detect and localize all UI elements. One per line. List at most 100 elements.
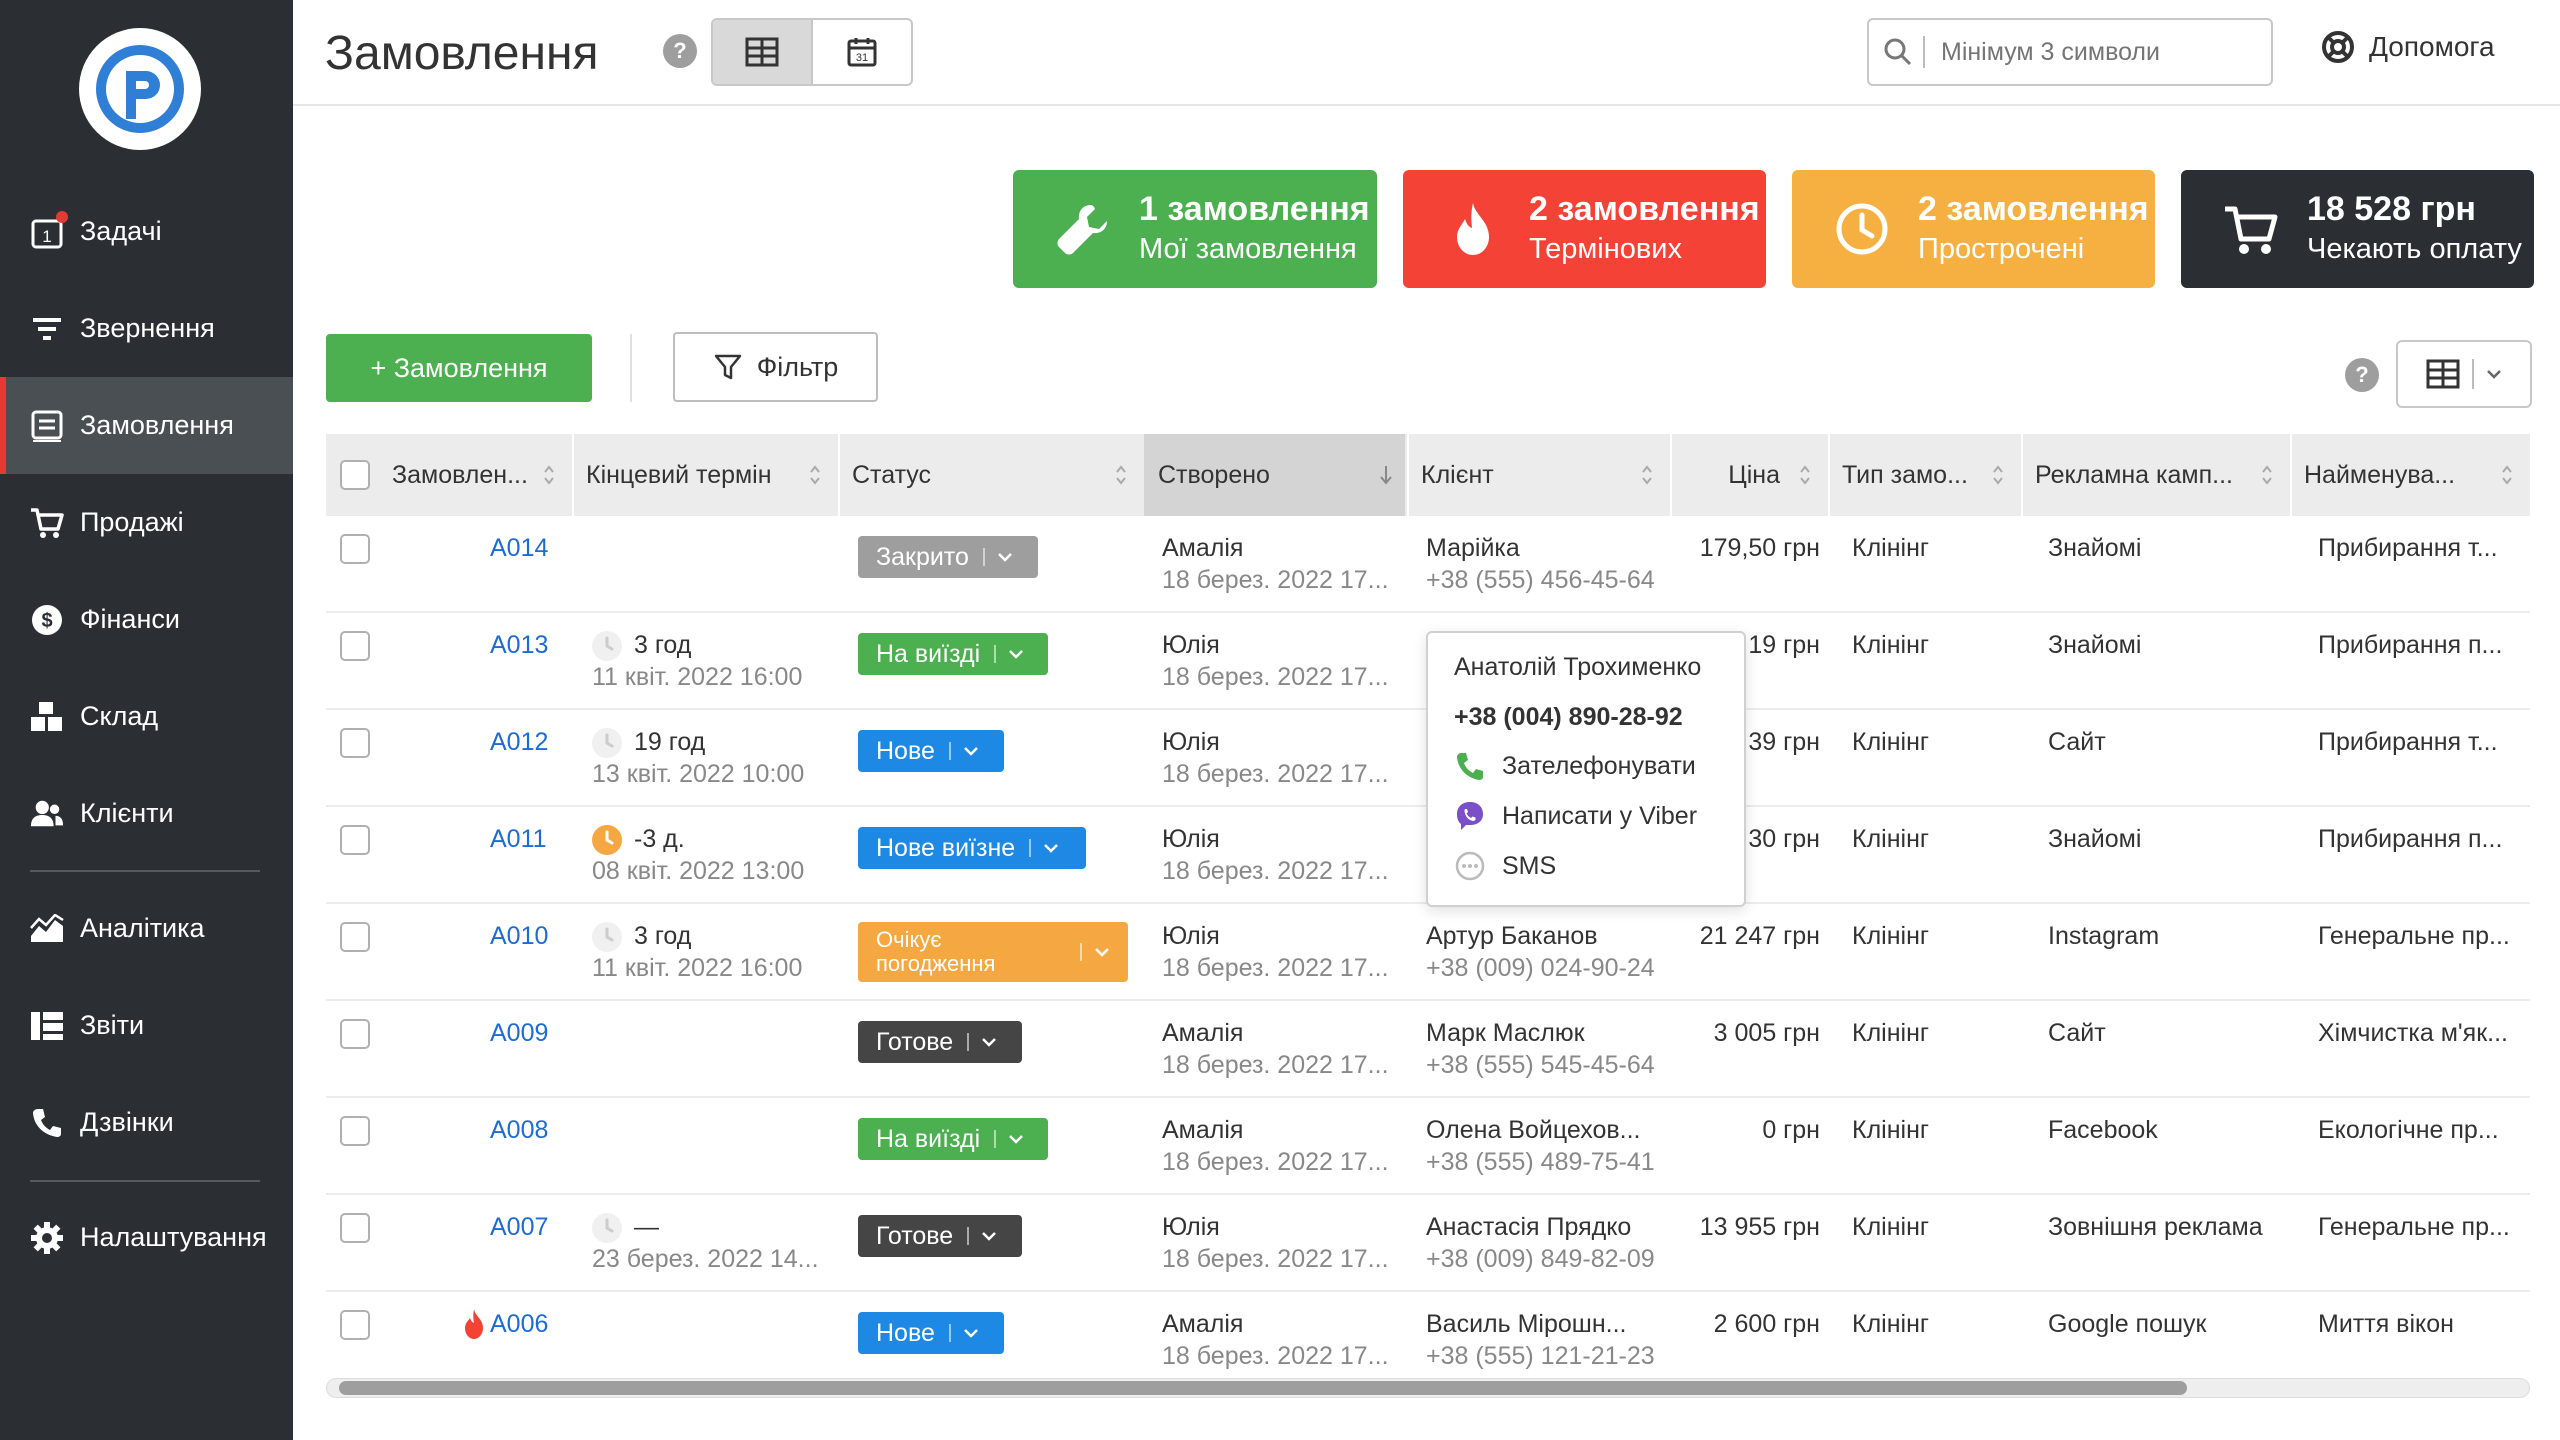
kpi-card-1[interactable]: 2 замовлення Термінових [1403,170,1766,288]
call-action[interactable]: Зателефонувати [1454,750,1696,782]
svg-text:$: $ [41,610,52,632]
price-cell: 0 грн [1762,1116,1820,1144]
kpi-card-2[interactable]: 2 замовлення Прострочені [1792,170,2155,288]
row-checkbox[interactable] [340,922,370,952]
sidebar-item-3[interactable]: Продажі [0,474,293,571]
table-row[interactable]: A008 На виїзді Амалія 18 берез. 2022 17... О… [326,1098,2530,1195]
status-dropdown[interactable]: На виїзді [858,1118,1048,1160]
client-name[interactable]: Василь Мірошн... [1426,1308,1666,1340]
horizontal-scrollbar[interactable] [326,1378,2530,1398]
status-dropdown[interactable]: Нове виїзне [858,827,1086,869]
row-checkbox[interactable] [340,534,370,564]
sidebar-item-10[interactable]: Налаштування [0,1189,293,1286]
order-id-link[interactable]: A011 [490,825,547,853]
sidebar-item-1[interactable]: Звернення [0,280,293,377]
sidebar-item-7[interactable]: Аналітика [0,880,293,977]
column-header-6[interactable]: Тип замо... [1828,434,2017,516]
client-phone[interactable]: +38 (555) 456-45-64 [1426,564,1666,596]
client-cell[interactable]: Марк Маслюк +38 (555) 545-45-64 [1426,1017,1666,1081]
table-view-button[interactable] [713,20,813,84]
sidebar-item-6[interactable]: Клієнти [0,765,293,862]
help-icon[interactable]: ? [663,34,697,68]
client-phone[interactable]: +38 (009) 849-82-09 [1426,1243,1666,1275]
client-name[interactable]: Марк Маслюк [1426,1017,1666,1049]
row-checkbox[interactable] [340,1116,370,1146]
order-id-link[interactable]: A006 [490,1310,548,1338]
client-name[interactable]: Анастасія Прядко [1426,1211,1666,1243]
client-name[interactable]: Артур Баканов [1426,920,1666,952]
row-checkbox[interactable] [340,1310,370,1340]
row-checkbox[interactable] [340,1213,370,1243]
column-header-2[interactable]: Статус [838,434,1140,516]
table-help-icon[interactable]: ? [2345,358,2379,392]
order-id-link[interactable]: A010 [490,922,548,950]
client-cell[interactable]: Олена Войцехов... +38 (555) 489-75-41 [1426,1114,1666,1178]
row-checkbox[interactable] [340,825,370,855]
columns-settings-button[interactable] [2396,340,2532,408]
sidebar-item-label: Склад [80,701,159,731]
client-cell[interactable]: Артур Баканов +38 (009) 024-90-24 [1426,920,1666,984]
client-name[interactable]: Олена Войцехов... [1426,1114,1666,1146]
sidebar-item-0[interactable]: 1 Задачі [0,183,293,280]
client-cell[interactable]: Василь Мірошн... +38 (555) 121-21-23 [1426,1308,1666,1372]
sms-action[interactable]: SMS [1454,850,1556,882]
order-id-link[interactable]: A008 [490,1116,548,1144]
sidebar-item-5[interactable]: Склад [0,668,293,765]
status-dropdown[interactable]: Готове [858,1021,1022,1063]
status-dropdown[interactable]: Очікує погодження [858,922,1128,982]
client-phone[interactable]: +38 (555) 489-75-41 [1426,1146,1666,1178]
popover-client-phone[interactable]: +38 (004) 890-28-92 [1454,703,1683,732]
order-id-link[interactable]: A009 [490,1019,548,1047]
kpi-card-0[interactable]: 1 замовлення Мої замовлення [1013,170,1377,288]
created-date: 18 берез. 2022 17... [1162,760,1389,788]
row-checkbox[interactable] [340,631,370,661]
order-id-link[interactable]: A014 [490,534,548,562]
client-cell[interactable]: Марійка +38 (555) 456-45-64 [1426,532,1666,596]
client-phone[interactable]: +38 (555) 545-45-64 [1426,1049,1666,1081]
app-logo[interactable] [79,28,201,150]
search-box[interactable] [1867,18,2273,86]
column-header-1[interactable]: Кінцевий термін [572,434,834,516]
viber-action[interactable]: Написати у Viber [1454,800,1697,832]
client-name[interactable]: Марійка [1426,532,1666,564]
table-row[interactable]: A007 — 23 берез. 2022 14... Готове Юлія 18 бе… [326,1195,2530,1292]
kpi-card-3[interactable]: 18 528 грн Чекають оплату [2181,170,2534,288]
table-row[interactable]: A010 3 год 11 квіт. 2022 16:00 Очікує погод… [326,904,2530,1001]
column-header-7[interactable]: Рекламна камп... [2021,434,2286,516]
status-dropdown[interactable]: Нове [858,1312,1004,1354]
status-dropdown[interactable]: Закрито [858,536,1038,578]
column-header-0[interactable]: Замовлен... [388,434,568,516]
table-row[interactable]: A009 Готове Амалія 18 берез. 2022 17... Марк… [326,1001,2530,1098]
filter-button[interactable]: Фільтр [673,332,878,402]
column-header-8[interactable]: Найменува... [2290,434,2526,516]
client-phone[interactable]: +38 (009) 024-90-24 [1426,952,1666,984]
orders-icon [30,409,64,443]
client-phone[interactable]: +38 (555) 121-21-23 [1426,1340,1666,1372]
client-cell[interactable]: Анастасія Прядко +38 (009) 849-82-09 [1426,1211,1666,1275]
row-checkbox[interactable] [340,728,370,758]
column-header-5[interactable]: Ціна [1670,434,1824,516]
scrollbar-thumb[interactable] [339,1381,2187,1395]
help-link[interactable]: Допомога [2321,30,2495,64]
add-order-button[interactable]: + Замовлення [326,334,592,402]
kpi-subtitle: Мої замовлення [1139,233,1357,265]
column-header-4[interactable]: Клієнт [1407,434,1666,516]
status-dropdown[interactable]: Готове [858,1215,1022,1257]
sidebar-item-2[interactable]: Замовлення [0,377,293,474]
order-id-link[interactable]: A012 [490,728,548,756]
column-header-3[interactable]: Створено [1144,434,1405,516]
search-input[interactable] [1941,37,2241,67]
table-row[interactable]: A006 Нове Амалія 18 берез. 2022 17... Василь… [326,1292,2530,1389]
sidebar-item-4[interactable]: $ Фінанси [0,571,293,668]
table-row[interactable]: A014 Закрито Амалія 18 берез. 2022 17... Мар… [326,516,2530,613]
sidebar-item-9[interactable]: Дзвінки [0,1074,293,1171]
row-checkbox[interactable] [340,1019,370,1049]
select-all-checkbox[interactable] [340,460,370,490]
status-dropdown[interactable]: На виїзді [858,633,1048,675]
order-id-link[interactable]: A007 [490,1213,548,1241]
order-id-link[interactable]: A013 [490,631,548,659]
status-dropdown[interactable]: Нове [858,730,1004,772]
sidebar-item-8[interactable]: Звіти [0,977,293,1074]
viber-label: Написати у Viber [1502,801,1698,830]
calendar-view-button[interactable]: 31 [813,20,911,84]
